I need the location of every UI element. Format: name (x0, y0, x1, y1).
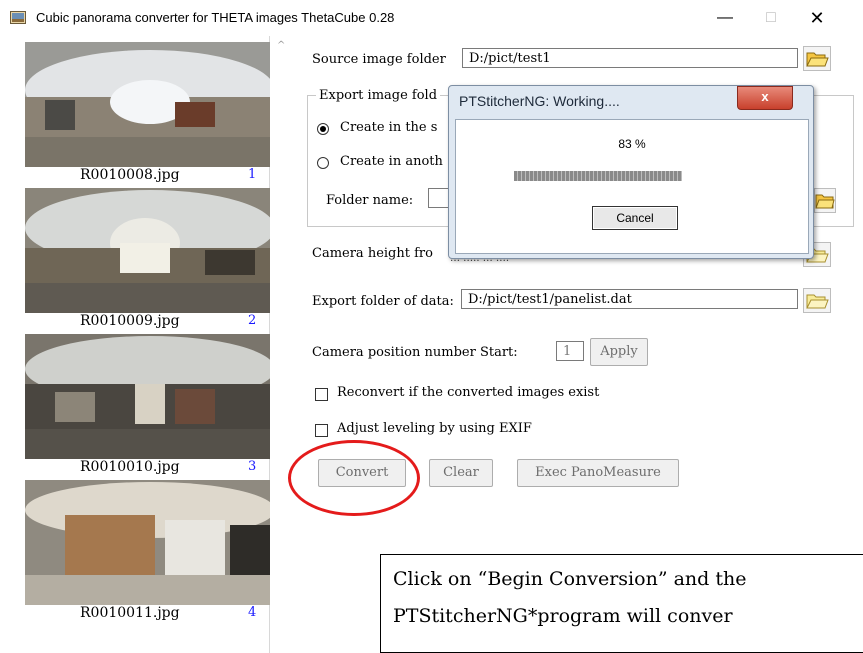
thumbnail-number: 1 (248, 167, 257, 182)
folder-open-icon[interactable] (803, 46, 831, 71)
radio-create-other-label: Create in anoth (340, 154, 443, 169)
thumbnail-filename: R0010009.jpg (80, 313, 180, 329)
thumbnail-list[interactable]: R0010008.jpg 1 R0010009.jpg 2 R0010010.j… (10, 36, 275, 653)
thumbnail-scrollbar[interactable] (270, 36, 287, 653)
export-group-label: Export image fold (316, 88, 441, 103)
source-folder-label: Source image folder (312, 52, 446, 67)
progress-percent: 83 % (618, 137, 646, 151)
annotation-line-1: Click on “Begin Conversion” and the (393, 568, 747, 590)
camera-position-input[interactable]: 1 (556, 341, 584, 361)
highlight-circle (288, 440, 420, 516)
export-data-label: Export folder of data: (312, 294, 454, 309)
window-title: Cubic panorama converter for THETA image… (36, 10, 395, 25)
reconvert-checkbox[interactable] (315, 388, 328, 401)
panorama-thumbnail[interactable] (25, 188, 275, 313)
thumbnail-item[interactable]: R0010010.jpg 3 (10, 332, 275, 478)
dialog-body: 83 % Cancel (455, 119, 809, 254)
progress-dialog: PTStitcherNG: Working.... x 83 % Cancel (448, 85, 814, 259)
camera-position-label: Camera position number Start: (312, 345, 518, 360)
thumbnail-number: 4 (248, 605, 257, 620)
thumbnail-item[interactable]: R0010008.jpg 1 (10, 40, 275, 186)
panorama-thumbnail[interactable] (25, 480, 275, 605)
thumbnail-number: 2 (248, 313, 257, 328)
folder-name-label: Folder name: (326, 193, 414, 208)
dialog-close-button[interactable]: x (737, 86, 793, 110)
camera-height-label: Camera height fro (312, 246, 433, 261)
apply-button[interactable]: Apply (590, 338, 648, 366)
folder-open-icon[interactable] (803, 288, 831, 313)
thumbnail-item[interactable]: R0010011.jpg 4 (10, 478, 275, 624)
panorama-thumbnail[interactable] (25, 334, 275, 459)
progress-bar (514, 171, 716, 181)
folder-open-icon[interactable] (814, 188, 836, 213)
maximize-button[interactable]: □ (748, 0, 794, 36)
radio-create-other[interactable] (317, 157, 329, 169)
thumbnail-number: 3 (248, 459, 257, 474)
annotation-note: Click on “Begin Conversion” and the PTSt… (380, 554, 863, 653)
exec-panomeasure-button[interactable]: Exec PanoMeasure (517, 459, 679, 487)
source-folder-input[interactable]: D:/pict/test1 (462, 48, 798, 68)
radio-create-same[interactable] (317, 123, 329, 135)
thumbnail-filename: R0010008.jpg (80, 167, 180, 183)
reconvert-label: Reconvert if the converted images exist (337, 385, 600, 400)
app-icon (10, 11, 26, 24)
thumbnail-filename: R0010011.jpg (80, 605, 180, 621)
annotation-line-2: PTStitcherNG*program will conver (393, 605, 733, 627)
radio-create-same-label: Create in the s (340, 120, 438, 135)
thumbnail-item[interactable]: R0010009.jpg 2 (10, 186, 275, 332)
scroll-up-icon[interactable]: ^ (277, 40, 285, 51)
minimize-button[interactable]: — (702, 0, 748, 36)
folder-name-input[interactable] (428, 188, 450, 208)
adjust-leveling-label: Adjust leveling by using EXIF (337, 421, 532, 436)
dialog-title: PTStitcherNG: Working.... (459, 93, 620, 109)
adjust-leveling-checkbox[interactable] (315, 424, 328, 437)
thumbnail-filename: R0010010.jpg (80, 459, 180, 475)
cancel-button[interactable]: Cancel (592, 206, 678, 230)
export-data-input[interactable]: D:/pict/test1/panelist.dat (461, 289, 798, 309)
panorama-thumbnail[interactable] (25, 42, 275, 167)
progress-fill (514, 171, 682, 181)
clear-button[interactable]: Clear (429, 459, 493, 487)
close-button[interactable]: ✕ (794, 0, 840, 36)
